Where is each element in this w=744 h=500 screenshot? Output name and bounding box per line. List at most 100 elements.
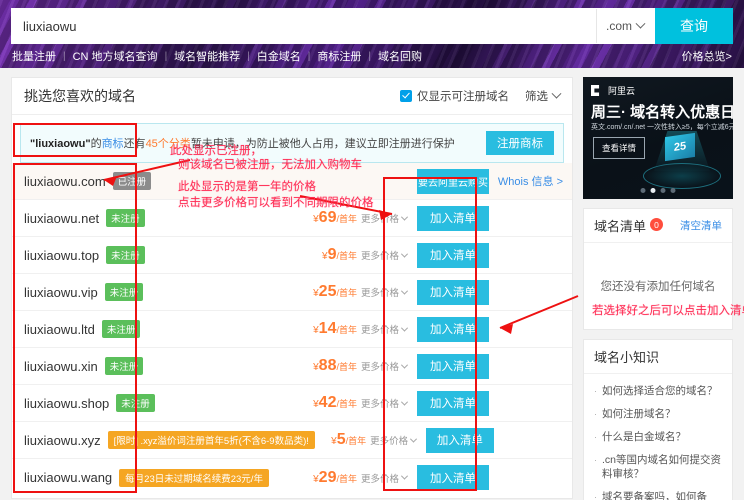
domain-cart-header: 域名清单 0 清空清单 [584, 209, 732, 243]
table-row: liuxiaowu.wang 每月23日未过期域名续费23元/年 ¥29/首年 更多价… [12, 459, 572, 496]
carousel-dot-active[interactable] [650, 188, 656, 193]
promo-badge: 每月23日未过期域名续费23元/年 [119, 468, 269, 487]
carousel-dots[interactable] [640, 188, 676, 193]
search-button[interactable]: 查询 [655, 8, 733, 44]
buy-at-aliyun-button[interactable]: 要去阿里云购买 [417, 168, 489, 194]
more-price-label: 更多价格 [360, 362, 399, 373]
domain-name: liuxiaowu.top [24, 247, 100, 263]
add-to-list-button[interactable]: 加入清单 [417, 279, 489, 305]
domain-price: ¥9/首年 [322, 246, 357, 263]
filter-dropdown[interactable]: 筛选 [525, 88, 562, 104]
list-item[interactable]: · 域名要备案吗，如何备案？ [584, 486, 732, 500]
chevron-down-icon [400, 398, 409, 406]
more-price-toggle[interactable]: 更多价格 [370, 433, 418, 447]
add-to-list-button[interactable]: 加入清单 [417, 390, 489, 416]
table-row: liuxiaowu.xin 未注册 ¥88/首年 更多价格 加入清单 [12, 348, 572, 385]
list-item[interactable]: · .cn等国内域名如何提交资料审核？ [584, 449, 732, 485]
knowledge-item-label: 域名要备案吗，如何备案？ [602, 490, 707, 500]
list-item[interactable]: · 什么是白金域名？ [584, 426, 732, 449]
status-badge: 未注册 [101, 320, 141, 338]
chevron-down-icon [400, 287, 409, 295]
only-available-label: 仅显示可注册域名 [417, 91, 509, 103]
more-price-toggle[interactable]: 更多价格 [361, 211, 409, 225]
price-period: /首年 [336, 399, 357, 409]
price-cell: ¥9/首年 更多价格 [299, 246, 409, 264]
carousel-dot[interactable] [670, 188, 676, 193]
price-cell: ¥42/首年 更多价格 [299, 394, 409, 412]
add-to-list-button[interactable]: 加入清单 [417, 316, 489, 342]
add-to-list-button[interactable]: 加入清单 [417, 205, 489, 231]
nav-link-bulk-register[interactable]: 批量注册 [12, 48, 63, 64]
price-period: /首年 [336, 362, 357, 372]
add-to-list-button[interactable]: 加入清单 [417, 242, 489, 268]
trademark-link[interactable]: 商标 [102, 138, 124, 150]
bullet-icon: · [594, 432, 597, 443]
clear-cart-button[interactable]: 清空清单 [680, 218, 722, 233]
more-price-toggle[interactable]: 更多价格 [360, 359, 409, 373]
list-item[interactable]: · 如何选择适合您的域名？ [584, 380, 732, 403]
only-available-checkbox[interactable]: 仅显示可注册域名 [400, 88, 509, 104]
price-cell: ¥88/首年 更多价格 [299, 357, 409, 375]
carousel-dot[interactable] [660, 188, 666, 193]
trademark-rest: 暂未申请，为防止被他人占用，建议立即注册进行保护 [190, 138, 455, 150]
site-header: .com 查询 批量注册 | CN 地方域名查询 | 域名智能推荐 | 白金域名… [0, 0, 744, 68]
more-price-toggle[interactable]: 更多价格 [361, 471, 409, 485]
chevron-down-icon [635, 18, 646, 29]
currency-symbol: ¥ [322, 251, 328, 262]
page-title: 挑选您喜欢的域名 [24, 88, 136, 104]
knowledge-list: · 如何选择适合您的域名？ · 如何注册域名？ · 什么是白金域名？ · .cn等国内域名如何… [584, 374, 732, 500]
domain-rows: liuxiaowu.com 已注册 要去阿里云购买 Whois 信息 > liuxiao… [12, 163, 572, 498]
table-row: liuxiaowu.xyz [限时] .xyz溢价词注册首年5折(不含6-9数品类… [12, 422, 572, 459]
tld-select[interactable]: .com [595, 9, 655, 43]
price-overview-link[interactable]: 价格总览> [682, 48, 732, 64]
nav-link-domain-buyback[interactable]: 域名回购 [371, 48, 429, 64]
knowledge-item-label: 如何选择适合您的域名？ [602, 385, 718, 397]
nav-link-smart-recommend[interactable]: 域名智能推荐 [167, 48, 247, 64]
add-to-list-button[interactable]: 加入清单 [417, 353, 489, 379]
nav-link-cn-regional[interactable]: CN 地方域名查询 [66, 48, 165, 64]
status-badge: 未注册 [104, 357, 144, 375]
price-period: /首年 [336, 251, 357, 261]
add-to-list-button[interactable]: 加入清单 [426, 427, 494, 453]
nav-link-trademark-register[interactable]: 商标注册 [310, 48, 368, 64]
domain-price: ¥69/首年 [313, 209, 357, 226]
register-trademark-button[interactable]: 注册商标 [486, 131, 554, 155]
aliyun-logo: 阿里云 [591, 84, 635, 97]
price-cell: ¥69/首年 更多价格 [299, 209, 409, 227]
more-price-toggle[interactable]: 更多价格 [360, 396, 409, 410]
domain-name: liuxiaowu.ltd [24, 321, 95, 337]
promo-tile-number: 25 [665, 132, 695, 162]
currency-symbol: ¥ [331, 436, 337, 447]
tld-select-value: .com [605, 19, 632, 33]
domain-name: liuxiaowu.xin [24, 358, 98, 374]
carousel-dot[interactable] [640, 188, 646, 193]
promo-badge: [限时] .xyz溢价词注册首年5折(不含6-9数品类)! [107, 431, 315, 449]
nav-link-premium-domains[interactable]: 白金域名 [250, 48, 308, 64]
currency-symbol: ¥ [313, 473, 319, 485]
price-period: /首年 [336, 288, 357, 298]
list-item[interactable]: · 如何注册域名？ [584, 403, 732, 426]
more-price-label: 更多价格 [370, 436, 409, 447]
promo-title: 周三· 域名转入优惠日 [591, 104, 733, 121]
search-input[interactable] [11, 9, 596, 43]
domain-price: ¥42/首年 [313, 394, 357, 411]
more-price-toggle[interactable]: 更多价格 [361, 248, 409, 262]
add-to-list-button[interactable]: 加入清单 [417, 465, 489, 490]
trademark-category: 分类 [168, 138, 191, 150]
aliyun-logo-text: 阿里云 [608, 86, 636, 96]
trademark-of: 的 [90, 138, 102, 150]
price-period: /首年 [336, 325, 357, 335]
bullet-icon: · [594, 455, 597, 466]
chevron-down-icon [400, 213, 409, 221]
results-header: 挑选您喜欢的域名 仅显示可注册域名 筛选 [12, 78, 572, 115]
price-cell: ¥25/首年 更多价格 [299, 283, 409, 301]
more-price-toggle[interactable]: 更多价格 [361, 285, 409, 299]
price-cell: ¥29/首年 更多价格 [299, 469, 409, 487]
status-badge: 未注册 [106, 246, 145, 264]
results-card: 挑选您喜欢的域名 仅显示可注册域名 筛选 "liuxiaowu"的商标还有45个… [11, 77, 573, 499]
currency-symbol: ¥ [313, 399, 319, 410]
more-price-toggle[interactable]: 更多价格 [361, 322, 409, 336]
whois-link[interactable]: Whois 信息 > [489, 173, 563, 189]
promo-banner[interactable]: 阿里云 周三· 域名转入优惠日 英文.com/.cn/.net 一次性转入≥5，… [583, 77, 733, 199]
more-price-label: 更多价格 [360, 399, 399, 410]
